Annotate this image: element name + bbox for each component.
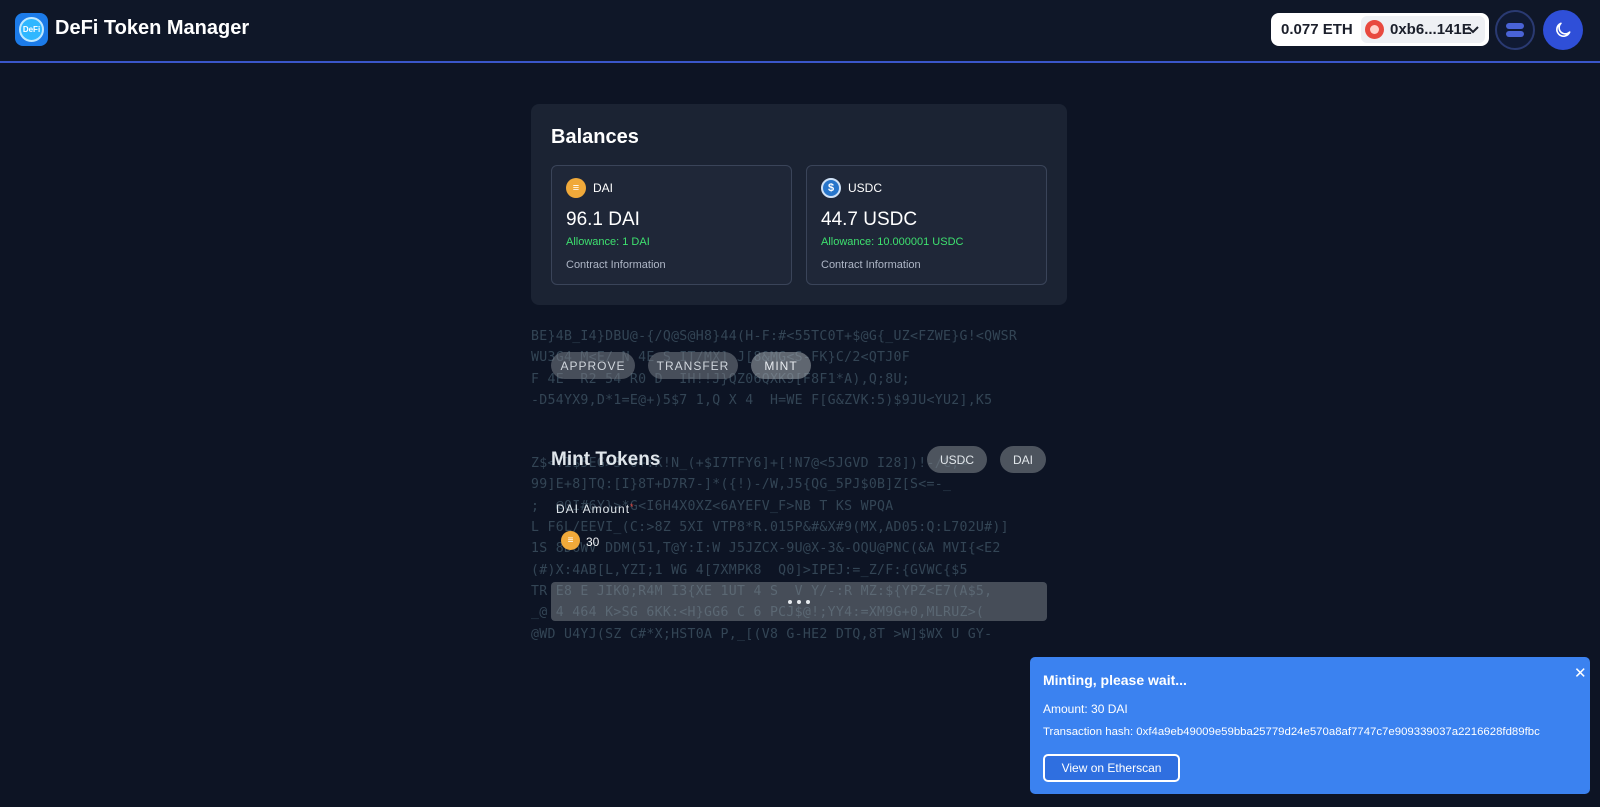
app-header: DeFi DeFi Token Manager 0.077 ETH 0xb6..… [0, 0, 1600, 63]
account-address: 0xb6...141E [1390, 21, 1472, 38]
dai-icon: ≡ [561, 531, 580, 550]
tab-approve[interactable]: APPROVE [551, 352, 635, 379]
token-symbol: DAI [593, 181, 614, 195]
layout-toggle-button[interactable] [1495, 10, 1535, 50]
contract-info-link[interactable]: Contract Information [566, 259, 666, 271]
chevron-down-icon [1467, 19, 1479, 42]
app-logo-icon: DeFi [15, 13, 48, 46]
moon-icon [1556, 22, 1571, 37]
toast-title: Minting, please wait... [1043, 672, 1187, 688]
matrix-line [531, 411, 1067, 453]
token-allowance: Allowance: 10.000001 USDC [821, 236, 964, 248]
token-allowance: Allowance: 1 DAI [566, 236, 650, 248]
theme-toggle-button[interactable] [1543, 10, 1583, 50]
view-on-etherscan-button[interactable]: View on Etherscan [1043, 754, 1180, 782]
minting-toast: Minting, please wait... ✕ Amount: 30 DAI… [1030, 657, 1590, 794]
wallet-button[interactable]: 0.077 ETH 0xb6...141E [1271, 13, 1489, 46]
close-icon[interactable]: ✕ [1574, 664, 1587, 682]
app-title: DeFi Token Manager [55, 17, 250, 39]
mint-submit-button[interactable] [551, 582, 1047, 621]
matrix-line: 99]E+8]TQ:[I}8T+D7R7-]*({!)-/W,J5{QG_5PJ… [531, 477, 952, 493]
balances-card: Balances ≡ DAI 96.1 DAI Allowance: 1 DAI… [531, 104, 1067, 305]
matrix-line: -D54YX9,D*1=E@+)5$7 1,Q X 4 H=WE F[G&ZVK… [531, 392, 993, 408]
amount-input[interactable]: 30 [586, 535, 599, 549]
token-balance: 96.1 DAI [566, 209, 640, 230]
token-symbol: USDC [848, 181, 883, 195]
token-balance: 44.7 USDC [821, 209, 918, 230]
matrix-line: L F6L/EEVI_(C:>8Z 5XI VTP8*R.015P&#&X#9(… [531, 520, 1009, 536]
mint-title: Mint Tokens [551, 449, 661, 470]
tab-mint[interactable]: MINT [751, 352, 811, 379]
token-card-usdc: $ USDC 44.7 USDC Allowance: 10.000001 US… [806, 165, 1047, 285]
balances-title: Balances [551, 126, 639, 148]
account-selector[interactable]: 0xb6...141E [1361, 16, 1485, 43]
matrix-line: (#)X:4AB[L,YZI;1 WG 4[7XMPK8 Q0]>IPEJ:=_… [531, 562, 968, 578]
toggle-icon [1506, 23, 1524, 37]
token-card-dai: ≡ DAI 96.1 DAI Allowance: 1 DAI Contract… [551, 165, 792, 285]
logo-text: DeFi [19, 17, 44, 42]
matrix-line: BE}4B_I4}DBU@-{/Q@S@H8}44(H-F:#<55TC0T+$… [531, 329, 1018, 344]
wallet-balance: 0.077 ETH [1281, 21, 1353, 38]
toast-amount: Amount: 30 DAI [1043, 702, 1128, 716]
account-avatar-icon [1365, 20, 1384, 39]
contract-info-link[interactable]: Contract Information [821, 259, 921, 271]
matrix-line: 1S 8D6WV DDM(51,T@Y:I:W J5JZCX-9U@X-3&-O… [531, 541, 1001, 557]
amount-label-text: DAI Amount [556, 502, 631, 516]
dai-icon: ≡ [566, 178, 586, 198]
usdc-icon: $ [821, 178, 841, 198]
token-option-usdc[interactable]: USDC [927, 446, 987, 473]
matrix-line: @WD U4YJ(SZ C#*X;HST0A P,_[(V8 G-HE2 DTQ… [531, 626, 993, 641]
token-option-dai[interactable]: DAI [1000, 446, 1046, 473]
transaction-hash: Transaction hash: 0xf4a9eb49009e59bba257… [1043, 726, 1540, 738]
tab-transfer[interactable]: TRANSFER [648, 352, 738, 379]
required-mark: * [630, 502, 635, 512]
loading-dots-icon [788, 599, 810, 604]
amount-label: DAI Amount* [556, 502, 635, 516]
